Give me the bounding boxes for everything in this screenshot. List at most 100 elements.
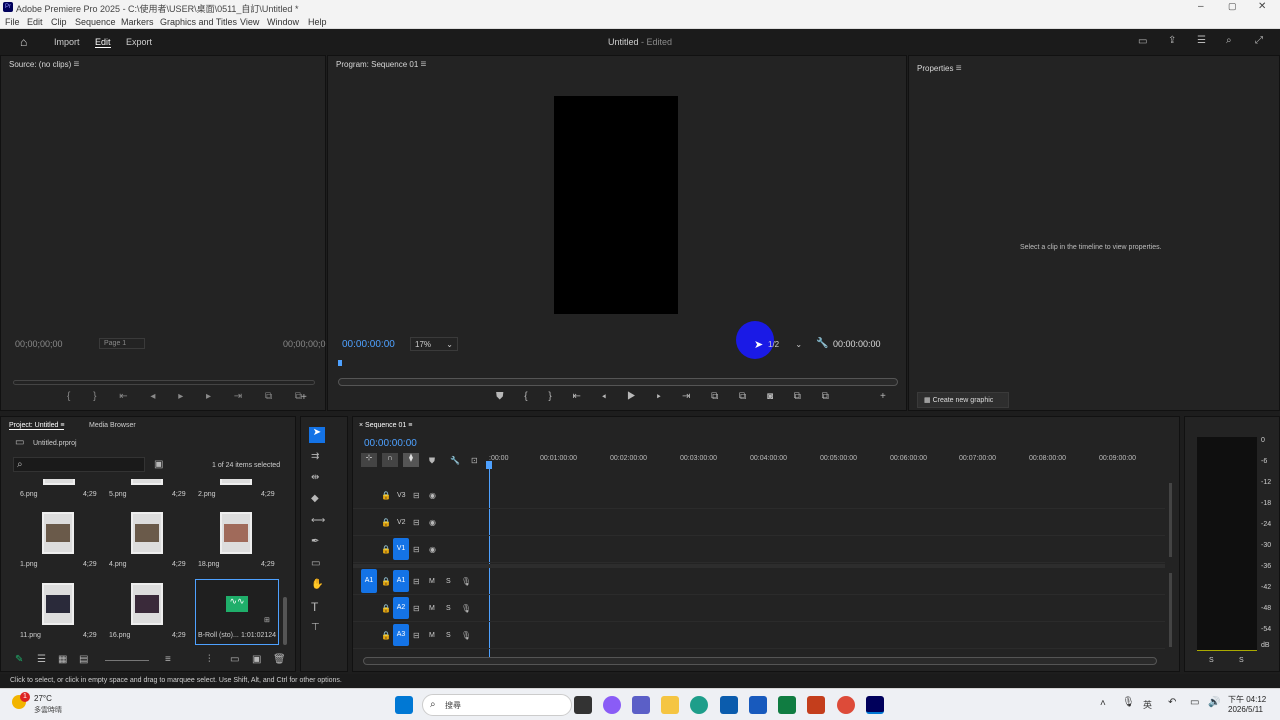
thumbnail-6[interactable] bbox=[43, 479, 75, 485]
chrome-icon[interactable] bbox=[837, 696, 855, 714]
menu-view[interactable]: View bbox=[240, 17, 259, 27]
playhead-marker[interactable] bbox=[338, 360, 342, 366]
pen-tool-icon[interactable]: ✒ bbox=[311, 537, 319, 547]
media-browser-tab[interactable]: Media Browser bbox=[89, 422, 136, 429]
track-a3-label[interactable]: A3 bbox=[393, 624, 409, 646]
menu-clip[interactable]: Clip bbox=[51, 17, 67, 27]
powerpoint-icon[interactable] bbox=[807, 696, 825, 714]
eye-icon[interactable]: ◉ bbox=[429, 518, 436, 528]
search-icon[interactable]: ⌕ bbox=[1226, 36, 1232, 46]
lock-icon[interactable]: 🔒 bbox=[381, 631, 391, 641]
source-patch-a1[interactable]: A1 bbox=[361, 569, 377, 593]
edit-tab[interactable]: Edit bbox=[95, 37, 111, 48]
lock-icon[interactable]: 🔒 bbox=[381, 577, 391, 587]
store-icon[interactable] bbox=[720, 696, 738, 714]
task-view-icon[interactable] bbox=[574, 696, 592, 714]
marker-icon[interactable]: ⛊ bbox=[429, 456, 435, 466]
ime-icon[interactable]: ↶ bbox=[1168, 697, 1176, 708]
track-a2-label[interactable]: A2 bbox=[393, 597, 409, 619]
razor-icon[interactable]: ◆ bbox=[311, 494, 319, 504]
word-icon[interactable] bbox=[749, 696, 767, 714]
maximize-button[interactable]: ▢ bbox=[1228, 1, 1237, 12]
meter-solo-right[interactable]: S bbox=[1239, 657, 1244, 664]
source-page-select[interactable]: Page 1 bbox=[99, 338, 146, 349]
export-tab[interactable]: Export bbox=[126, 37, 152, 47]
slip-icon[interactable]: ⟷ bbox=[311, 516, 325, 526]
import-tab[interactable]: Import bbox=[54, 37, 80, 47]
input-language[interactable]: 英 bbox=[1143, 698, 1152, 711]
solo-button[interactable]: S bbox=[446, 605, 451, 612]
lock-icon[interactable]: 🔒 bbox=[381, 604, 391, 614]
source-scrubber[interactable] bbox=[13, 380, 315, 385]
quality-select[interactable]: 1/2 ⌄ bbox=[768, 340, 802, 349]
track-v3[interactable]: 🔒 V3 ⊟ ◉ bbox=[353, 482, 1165, 509]
type-tool-icon[interactable]: T bbox=[311, 601, 318, 613]
minimize-button[interactable]: – bbox=[1198, 1, 1204, 12]
thumbnail-5[interactable] bbox=[131, 479, 163, 485]
lock-icon[interactable]: 🔒 bbox=[381, 491, 391, 501]
thumbnail-16[interactable] bbox=[131, 583, 163, 625]
zoom-select[interactable]: 17% ⌄ bbox=[410, 337, 458, 351]
excel-icon[interactable] bbox=[778, 696, 796, 714]
create-graphic-button[interactable]: ▦ Create new graphic bbox=[917, 392, 1009, 408]
thumbnail-4[interactable] bbox=[131, 512, 163, 554]
time-ruler[interactable]: :00:00 00:01:00:00 00:02:00:00 00:03:00:… bbox=[489, 455, 1169, 471]
caption-track-icon[interactable]: ⊡ bbox=[471, 456, 478, 466]
thumbnail-2[interactable] bbox=[220, 479, 252, 485]
tray-chevron-icon[interactable]: ˄ bbox=[1100, 698, 1106, 709]
track-a1-label[interactable]: A1 bbox=[393, 570, 409, 592]
clock-date[interactable]: 2026/5/11 bbox=[1228, 705, 1263, 714]
microphone-tray-icon[interactable]: 🎙 bbox=[1122, 697, 1135, 708]
home-icon[interactable]: ⌂ bbox=[20, 35, 27, 49]
trash-icon[interactable]: 🗑 bbox=[273, 655, 286, 665]
source-add-button[interactable]: + bbox=[301, 393, 307, 403]
microphone-icon[interactable]: 🎙 bbox=[461, 631, 471, 641]
audio-sync-icon[interactable]: ⊟ bbox=[413, 604, 420, 614]
caption-tool-icon[interactable]: ⊤ bbox=[311, 623, 320, 633]
program-add-button[interactable]: + bbox=[880, 392, 886, 402]
list-view-icon[interactable]: ☰ bbox=[37, 655, 46, 665]
menu-file[interactable]: File bbox=[5, 17, 20, 27]
timeline-vscroll-video[interactable] bbox=[1169, 483, 1172, 557]
menu-window[interactable]: Window bbox=[267, 17, 299, 27]
film-icon[interactable]: ⊟ bbox=[413, 491, 420, 501]
solo-button[interactable]: S bbox=[446, 632, 451, 639]
network-icon[interactable]: ▭ bbox=[1190, 697, 1199, 708]
sequence-tab[interactable]: × Sequence 01 ≡ bbox=[359, 422, 412, 429]
audio-sync-icon[interactable]: ⊟ bbox=[413, 631, 420, 641]
menu-graphics[interactable]: Graphics and Titles bbox=[160, 17, 237, 27]
copilot-icon[interactable] bbox=[603, 696, 621, 714]
audio-sync-icon[interactable]: ⊟ bbox=[413, 577, 420, 587]
start-menu-icon[interactable] bbox=[395, 696, 413, 714]
edge-icon[interactable] bbox=[690, 696, 708, 714]
program-timecode[interactable]: 00:00:00:00 bbox=[342, 339, 395, 350]
solo-button[interactable]: S bbox=[446, 578, 451, 585]
thumbnail-11[interactable] bbox=[42, 583, 74, 625]
microphone-icon[interactable]: 🎙 bbox=[461, 604, 471, 614]
track-a2[interactable]: 🔒 A2 ⊟ M S 🎙 bbox=[353, 595, 1165, 622]
clock-time[interactable]: 下午 04:12 bbox=[1228, 694, 1266, 705]
track-v1[interactable]: 🔒 V1 ⊟ ◉ bbox=[353, 536, 1165, 563]
menu-lines-icon[interactable]: ☰ bbox=[1197, 36, 1206, 46]
linked-icon[interactable]: ∩ bbox=[382, 453, 398, 467]
wrench-icon[interactable]: 🔧 bbox=[816, 339, 828, 349]
track-v1-label[interactable]: V1 bbox=[393, 538, 409, 560]
mute-button[interactable]: M bbox=[429, 632, 435, 639]
rectangle-tool-icon[interactable]: ▭ bbox=[311, 559, 320, 569]
thumbnail-18[interactable] bbox=[220, 512, 252, 554]
hand-tool-icon[interactable]: ✋ bbox=[311, 580, 323, 590]
taskbar-search[interactable]: ⌕ 搜尋 bbox=[422, 694, 572, 716]
close-button[interactable]: ✕ bbox=[1258, 1, 1266, 12]
menu-edit[interactable]: Edit bbox=[27, 17, 43, 27]
new-bin-icon[interactable]: ▭ bbox=[230, 655, 239, 665]
program-scrubber[interactable] bbox=[338, 378, 898, 386]
automate-icon[interactable]: ⫶ bbox=[208, 655, 211, 665]
bin-icon[interactable]: ▣ bbox=[154, 460, 163, 470]
freeform-view-icon[interactable]: ▤ bbox=[79, 655, 88, 665]
eye-icon[interactable]: ◉ bbox=[429, 491, 436, 501]
project-search-input[interactable]: ⌕ bbox=[13, 457, 145, 472]
selection-tool-icon[interactable]: ➤ bbox=[309, 427, 325, 443]
mute-button[interactable]: M bbox=[429, 578, 435, 585]
snap-icon[interactable]: ⊹ bbox=[361, 453, 377, 467]
menu-markers[interactable]: Markers bbox=[121, 17, 154, 27]
